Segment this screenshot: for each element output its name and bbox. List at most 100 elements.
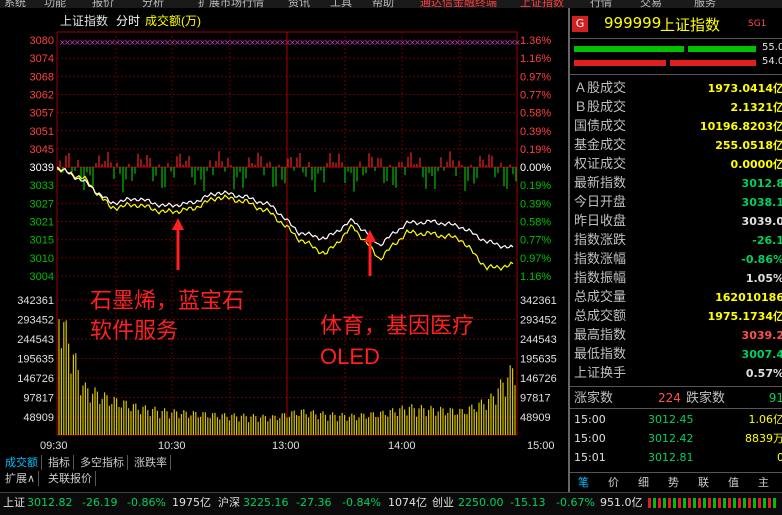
badge-icon: G [572,16,588,32]
tab-indicator[interactable]: 指标 [45,455,74,470]
quote-row: 指数振幅 1.05% [574,271,782,286]
quote-row: 最新指数 3012.8 [574,176,782,191]
time-tick: 15:00 [527,440,555,452]
menu-bar: 系统 功能 报价 分析 扩展市场行情 资讯 工具 帮助 通达信金融终端 上证指数 行情 交易 服务 [0,0,782,8]
pct-tick: 1.16% [520,271,551,283]
tab-indicator[interactable]: 涨跌率 [131,455,171,470]
stock-name: 上证指数 [660,16,721,34]
pct-tick: 1.36% [520,35,551,47]
quote-tab[interactable]: 价 [608,474,619,490]
tab-sub[interactable]: 扩展∧ [2,471,40,486]
volume-tick-right: 342361 [520,295,557,307]
volume-tick-right: 293452 [520,315,557,327]
pct-tick: 0.97% [520,71,551,83]
quote-row: 指数涨幅 -0.86% [574,252,782,267]
pct-tick: 0.19% [520,144,551,156]
menu-item[interactable]: 通达信金融终端 [420,0,497,8]
quote-row: 指数涨跌 -26.1 [574,233,782,248]
bar-red [574,60,666,66]
menu-item-right[interactable]: 行情 [590,0,612,8]
menu-item[interactable]: 功能 [44,0,66,8]
menu-item-right[interactable]: 交易 [640,0,662,8]
pct-tick: 1.16% [520,53,551,65]
pct-tick: 0.77% [520,89,551,101]
menu-item[interactable]: 报价 [92,0,114,8]
quote-tab[interactable]: 笔 [578,474,589,490]
price-tick: 3004 [30,271,54,283]
quote-panel: G 999999 上证指数 SG1 55.0 54.0 Ａ股成交 1973.041… [568,8,782,492]
bar-green [574,46,684,52]
status-icons [648,498,776,508]
volume-tick-right: 97817 [520,393,551,405]
volume-tick: 244543 [17,334,54,346]
bar-red-2 [670,60,756,66]
market-tag: SG1 [748,19,767,29]
menu-item[interactable]: 工具 [330,0,352,8]
price-tick: 3062 [30,89,54,101]
tick-row: 15:01 3012.81 0 [574,451,782,464]
status-bar: 上证 3012.82 -26.19 -0.86% 1975亿 沪深 3225.1… [0,492,782,515]
volume-tick: 146726 [17,373,54,385]
price-tick: 3027 [30,198,54,210]
tick-row: 15:00 3012.42 8839万 [574,432,782,445]
pct-tick: 0.19% [520,180,551,192]
quote-tab[interactable]: 主 [758,474,769,490]
price-tick: 3045 [30,144,54,156]
quote-tab[interactable]: 值 [728,474,739,490]
time-tick: 10:30 [158,440,186,452]
menu-item[interactable]: 系统 [4,0,26,8]
quote-tab[interactable]: 联 [698,474,709,490]
quote-row: 昨日收盘 3039.0 [574,214,782,229]
tab-sub[interactable]: 关联报价 [45,471,96,486]
bar-green-2 [688,46,756,52]
time-tick: 14:00 [388,440,416,452]
chart-mode: 分时 [116,14,140,28]
quote-row: 最高指数 3039.2 [574,328,782,343]
annotation-text-1: 石墨烯，蓝宝石 [90,288,244,313]
price-tick: 3039 [30,162,54,174]
tab-indicator[interactable]: 多空指标 [77,455,128,470]
price-tick: 3015 [30,235,54,247]
time-tick: 09:30 [40,440,68,452]
intraday-chart[interactable]: 上证指数 分时 成交额(万)××××××××××××××××××××××××××××… [0,8,568,455]
price-tick: 3057 [30,108,54,120]
menu-item[interactable]: 上证指数 [520,0,564,8]
volume-tick-right: 244543 [520,334,557,346]
price-tick: 3074 [30,53,54,65]
quote-row: 上证换手 0.57% [574,366,782,381]
quote-row: 国债成交 10196.8203亿 [574,119,782,134]
quote-tab[interactable]: 势 [668,474,679,490]
quote-tab[interactable]: 细 [638,474,649,490]
price-tick: 3010 [30,253,54,265]
quote-row: 权证成交 0.0000亿 [574,157,782,172]
menu-item[interactable]: 分析 [142,0,164,8]
menu-item[interactable]: 帮助 [372,0,394,8]
menu-item[interactable]: 资讯 [288,0,310,8]
quote-row: 总成交量 162010186 [574,290,782,305]
price-tick: 3033 [30,180,54,192]
pct-tick: 0.58% [520,108,551,120]
pct-tick: 0.39% [520,126,551,138]
volume-tick-right: 48909 [520,412,551,424]
advance-decline: 涨家数 224 跌家数 91 [574,391,782,406]
volume-tick: 195635 [17,354,54,366]
time-tick: 13:00 [272,440,300,452]
quote-row: 最低指数 3007.4 [574,347,782,362]
pct-tick: 0.00% [520,162,551,174]
volume-tick: 48909 [23,412,54,424]
pct-tick: 0.97% [520,253,551,265]
price-tick: 3080 [30,35,54,47]
sub-tabs: 扩展∧ 关联报价 [0,471,568,487]
tab-indicator[interactable]: 成交额 [2,455,42,470]
menu-item-right[interactable]: 服务 [694,0,716,8]
stock-code: 999999 [604,14,662,32]
annotation-text-1b: 软件服务 [90,318,178,343]
chart-title: 上证指数 [60,13,108,28]
price-tick: 3021 [30,217,54,229]
quote-row: 今日开盘 3038.1 [574,195,782,210]
menu-item[interactable]: 扩展市场行情 [198,0,264,8]
pct-tick: 0.58% [520,217,551,229]
price-tick: 3051 [30,126,54,138]
quote-row: Ｂ股成交 2.1321亿 [574,100,782,115]
quote-row: Ａ股成交 1973.0414亿 [574,81,782,96]
